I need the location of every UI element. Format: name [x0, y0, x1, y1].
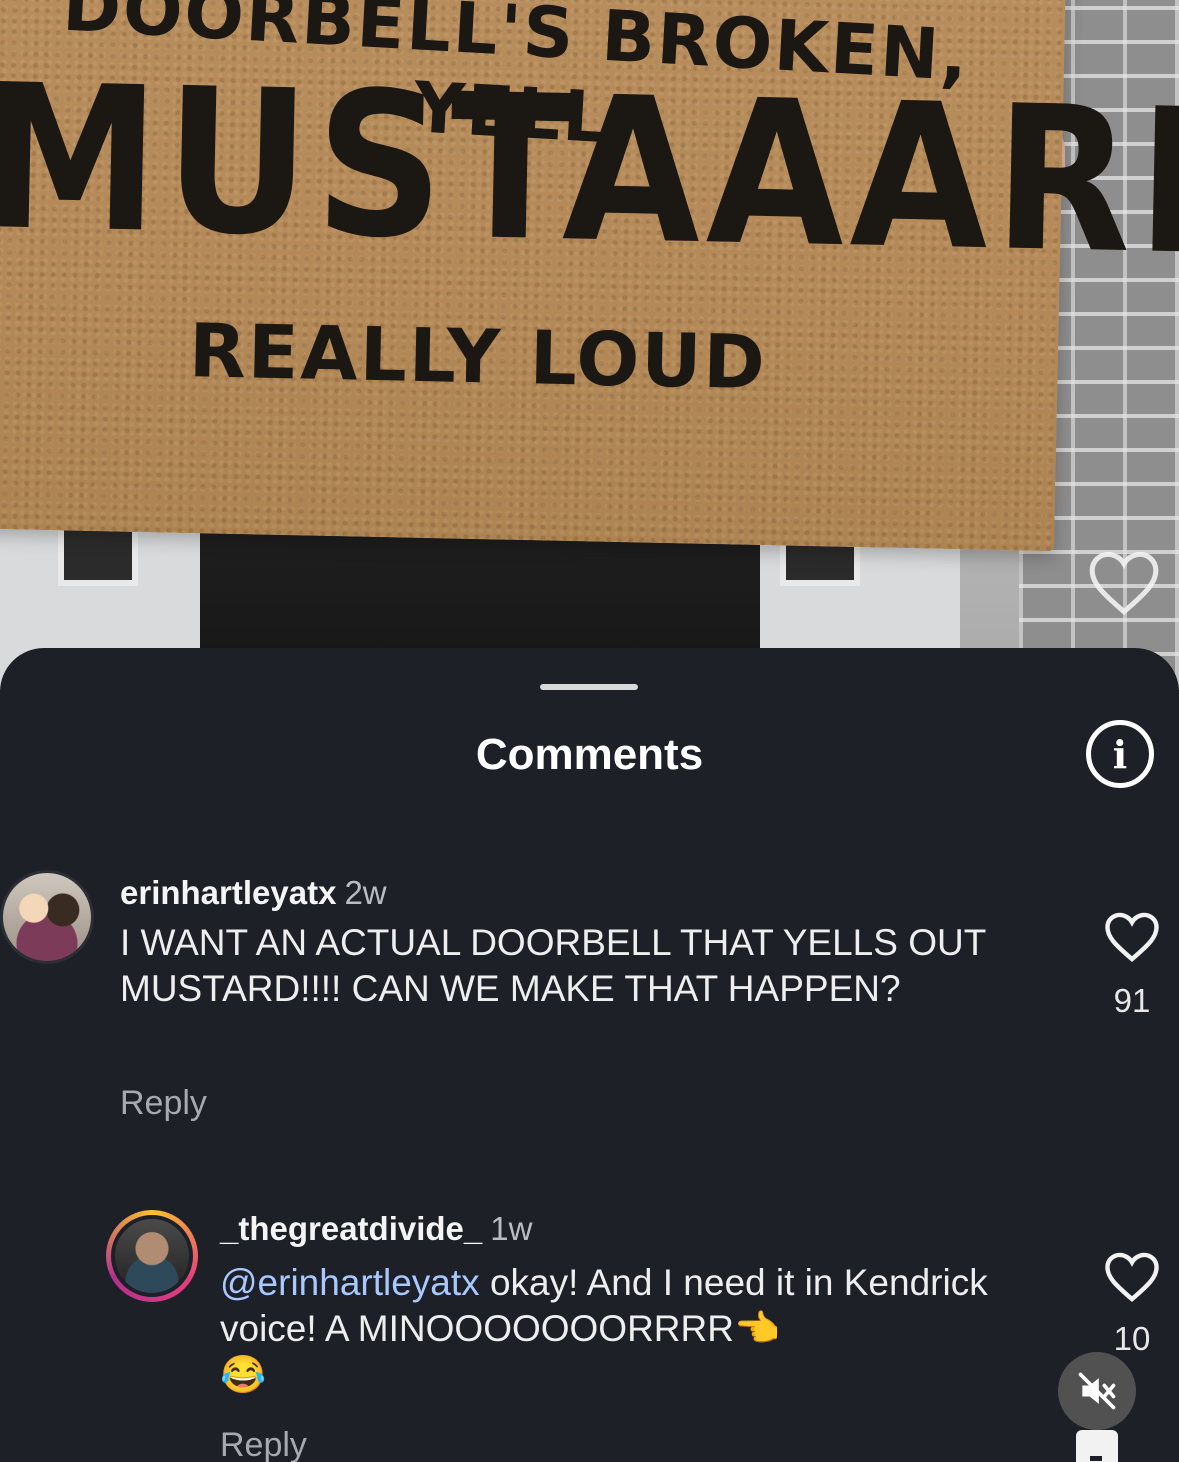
comment-mention[interactable]: @erinhartleyatx [220, 1262, 480, 1303]
reply-button[interactable]: Reply [120, 1084, 207, 1123]
video-frame[interactable]: DOORBELL'S BROKEN, YELL MUSTAAARD REALLY… [0, 0, 1179, 690]
comment-item: erinhartleyatx 2w I WANT AN ACTUAL DOORBE… [0, 870, 1179, 1130]
avatar[interactable] [106, 1210, 198, 1302]
comment-username[interactable]: erinhartleyatx [120, 874, 336, 911]
doormat: DOORBELL'S BROKEN, YELL MUSTAAARD REALLY… [0, 0, 1179, 552]
speaker-muted-icon[interactable] [1058, 1352, 1136, 1430]
like-count: 10 [1113, 1320, 1151, 1357]
side-panel-tab[interactable] [1076, 1430, 1118, 1462]
heart-icon[interactable] [1102, 910, 1162, 964]
speaker-muted-glyph [1078, 1372, 1116, 1410]
comments-sheet: Comments i erinhartleyatx 2w I WANT AN AC… [0, 648, 1179, 1462]
like-count: 91 [1113, 982, 1151, 1019]
floating-heart-icon [1089, 551, 1159, 615]
comment-text: @erinhartleyatx okay! And I need it in K… [220, 1260, 1040, 1398]
info-icon[interactable]: i [1086, 720, 1154, 788]
sheet-title: Comments [475, 730, 704, 779]
comment-header: erinhartleyatx 2w [120, 874, 387, 912]
comment-time: 1w [490, 1210, 533, 1247]
avatar[interactable] [0, 870, 94, 964]
sheet-drag-handle[interactable] [540, 684, 638, 690]
mat-text-line3: REALLY LOUD [188, 308, 768, 407]
comment-text: I WANT AN ACTUAL DOORBELL THAT YELLS OUT… [120, 922, 986, 1009]
comment-time: 2w [344, 874, 387, 911]
info-icon-glyph: i [1112, 731, 1128, 777]
mat-text-line2: MUSTAAARD [0, 41, 1179, 301]
pointing-emoji: 👈 [733, 1308, 781, 1349]
reply-button[interactable]: Reply [220, 1426, 307, 1462]
heart-icon[interactable] [1102, 1250, 1162, 1304]
avatar-image [111, 1215, 193, 1297]
laughing-emoji: 😂 [220, 1354, 267, 1395]
comment-header: _thegreatdivide_ 1w [220, 1210, 532, 1248]
comment-item: _thegreatdivide_ 1w @erinhartleyatx okay!… [106, 1210, 1179, 1462]
comment-username[interactable]: _thegreatdivide_ [220, 1210, 482, 1247]
